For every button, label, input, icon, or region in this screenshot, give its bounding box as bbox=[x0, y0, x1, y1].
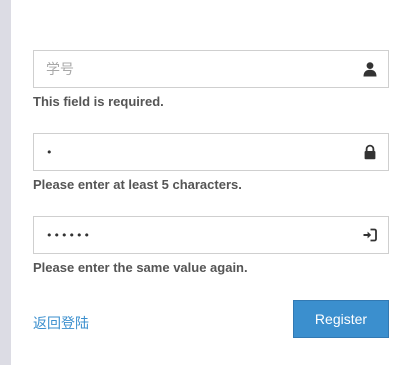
username-field[interactable] bbox=[33, 50, 389, 88]
user-icon bbox=[362, 61, 378, 77]
confirm-password-field[interactable] bbox=[33, 216, 389, 254]
confirm-password-input[interactable] bbox=[34, 217, 354, 253]
lock-icon bbox=[362, 144, 378, 160]
password-error: Please enter at least 5 characters. bbox=[33, 177, 242, 192]
username-input[interactable] bbox=[34, 51, 354, 87]
back-to-login-link[interactable]: 返回登陆 bbox=[33, 313, 89, 333]
confirm-password-error: Please enter the same value again. bbox=[33, 260, 248, 275]
register-button[interactable]: Register bbox=[293, 300, 389, 338]
password-input[interactable] bbox=[34, 134, 354, 170]
password-field[interactable] bbox=[33, 133, 389, 171]
register-card: This field is required. Please enter at … bbox=[11, 0, 401, 365]
username-error: This field is required. bbox=[33, 94, 164, 109]
sign-in-icon bbox=[362, 227, 378, 243]
